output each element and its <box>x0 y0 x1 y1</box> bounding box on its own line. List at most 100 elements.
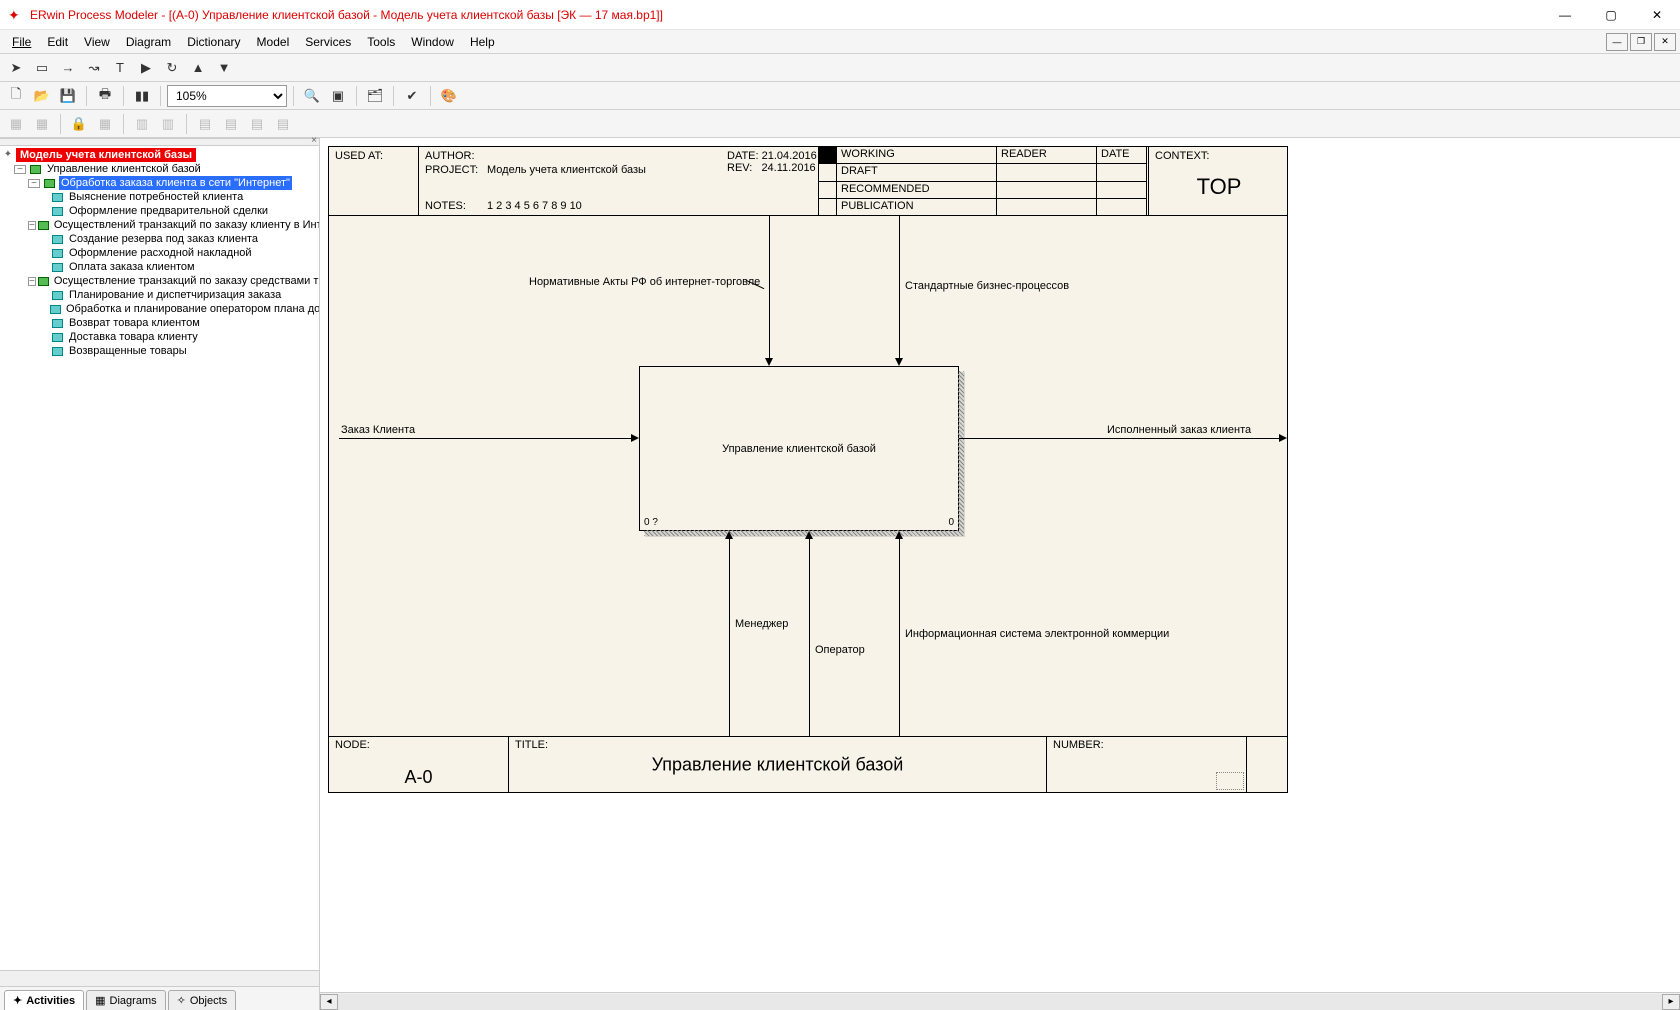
mech3-label[interactable]: Информационная система электронной комме… <box>905 628 1169 640</box>
objects-icon: ✧ <box>177 994 186 1007</box>
menu-dictionary[interactable]: Dictionary <box>179 33 248 51</box>
pointer-tool-icon[interactable]: ➤ <box>4 56 28 80</box>
collapse-icon[interactable]: − <box>28 221 36 230</box>
palette-icon[interactable]: 🎨 <box>437 84 461 108</box>
tree-item[interactable]: − Управление клиентской базой <box>0 162 319 176</box>
tool-e-icon: ▥ <box>156 112 180 136</box>
tree-item[interactable]: Выяснение потребностей клиента <box>0 190 319 204</box>
close-button[interactable]: ✕ <box>1634 0 1680 30</box>
tool-f-icon: ▤ <box>193 112 217 136</box>
mech2-label[interactable]: Оператор <box>815 644 865 656</box>
process-box[interactable]: Управление клиентской базой 0 ? 0 <box>639 366 959 531</box>
output-arrowhead-icon <box>1279 434 1287 442</box>
scroll-right-icon[interactable]: ▸ <box>1662 994 1680 1010</box>
menu-help[interactable]: Help <box>462 33 503 51</box>
diagram-panel: USED AT: AUTHOR: PROJECT:Модель учета кл… <box>320 138 1680 1010</box>
context-cell: CONTEXT: TOP <box>1149 147 1289 215</box>
separator <box>60 114 61 134</box>
tree-item[interactable]: Оформление расходной накладной <box>0 246 319 260</box>
refresh-tool-icon[interactable]: ↻ <box>160 56 184 80</box>
menu-edit[interactable]: Edit <box>39 33 76 51</box>
tree-item[interactable]: Возвращенные товары <box>0 344 319 358</box>
separator <box>293 86 294 106</box>
new-file-icon[interactable]: 🗋 <box>4 84 28 108</box>
activity-icon <box>50 233 64 245</box>
control2-line[interactable] <box>899 216 900 358</box>
minimize-button[interactable]: — <box>1542 0 1588 30</box>
tool-i-icon: ▤ <box>271 112 295 136</box>
idef0-body[interactable]: Управление клиентской базой 0 ? 0 Заказ … <box>329 216 1287 736</box>
control1-line[interactable] <box>769 216 770 358</box>
menu-diagram[interactable]: Diagram <box>118 33 179 51</box>
canvas[interactable]: USED AT: AUTHOR: PROJECT:Модель учета кл… <box>320 138 1680 992</box>
tab-objects[interactable]: ✧ Objects <box>168 990 237 1010</box>
play-tool-icon[interactable]: ▶ <box>134 56 158 80</box>
tree-item[interactable]: − Осуществление транзакций по заказу сре… <box>0 274 319 288</box>
activity-icon <box>38 275 49 287</box>
scroll-left-icon[interactable]: ◂ <box>320 994 338 1010</box>
tree-item[interactable]: Доставка товара клиенту <box>0 330 319 344</box>
zoom-in-icon[interactable]: 🔍 <box>300 84 324 108</box>
input-label[interactable]: Заказ Клиента <box>341 424 415 436</box>
open-file-icon[interactable]: 📂 <box>30 84 54 108</box>
arrow-tool-icon[interactable]: → <box>56 56 80 80</box>
idef0-header: USED AT: AUTHOR: PROJECT:Модель учета кл… <box>329 147 1287 216</box>
menu-tools[interactable]: Tools <box>359 33 403 51</box>
control2-label[interactable]: Стандартные бизнес-процессов <box>905 280 1069 292</box>
tab-activities[interactable]: ✦ Activities <box>4 990 84 1010</box>
text-tool-icon[interactable]: T <box>108 56 132 80</box>
tree-item[interactable]: Планирование и диспетчиризация заказа <box>0 288 319 302</box>
activity-box-tool-icon[interactable]: ▭ <box>30 56 54 80</box>
mech1-arrowhead-icon <box>725 531 733 539</box>
tree-item[interactable]: Оформление предварительной сделки <box>0 204 319 218</box>
activity-icon <box>50 247 64 259</box>
tree-item[interactable]: Обработка и планирование оператором план… <box>0 302 319 316</box>
down-arrow-tool-icon[interactable]: ▼ <box>212 56 236 80</box>
spellcheck-icon[interactable]: ✔ <box>400 84 424 108</box>
print-icon[interactable]: 🖶 <box>93 84 117 108</box>
process-corner-left: 0 ? <box>644 517 658 528</box>
menu-view[interactable]: View <box>76 33 118 51</box>
output-label[interactable]: Исполненный заказ клиента <box>1107 424 1251 436</box>
status-mark <box>819 164 837 181</box>
panel-grip[interactable] <box>0 138 319 146</box>
diagrams-icon: ▦ <box>95 994 105 1007</box>
canvas-h-scrollbar[interactable]: ◂ ▸ <box>320 992 1680 1010</box>
activity-icon <box>42 177 56 189</box>
control1-label[interactable]: Нормативные Акты РФ об интернет-торговле <box>529 276 760 288</box>
tree-item-selected[interactable]: − Обработка заказа клиента в сети "Интер… <box>0 176 319 190</box>
collapse-icon[interactable]: − <box>14 165 26 174</box>
menu-window[interactable]: Window <box>403 33 462 51</box>
mech1-line[interactable] <box>729 539 730 736</box>
menu-file[interactable]: File <box>4 33 39 51</box>
menu-services[interactable]: Services <box>297 33 359 51</box>
tab-diagrams[interactable]: ▦ Diagrams <box>86 990 165 1010</box>
control1-arrowhead-icon <box>765 358 773 366</box>
zoom-fit-icon[interactable]: ▣ <box>326 84 350 108</box>
tree-root[interactable]: ✦ Модель учета клиентской базы <box>0 148 319 162</box>
output-arrow-line[interactable] <box>959 438 1279 439</box>
mech3-line[interactable] <box>899 539 900 736</box>
mech1-label[interactable]: Менеджер <box>735 618 788 630</box>
menu-model[interactable]: Model <box>249 33 298 51</box>
maximize-button[interactable]: ▢ <box>1588 0 1634 30</box>
tree-item[interactable]: Оплата заказа клиентом <box>0 260 319 274</box>
mech2-line[interactable] <box>809 539 810 736</box>
collapse-icon[interactable]: − <box>28 179 40 188</box>
mdi-minimize-button[interactable]: — <box>1606 33 1628 51</box>
collapse-icon[interactable]: − <box>28 277 36 286</box>
zoom-select[interactable]: 105% <box>167 85 287 107</box>
tree-h-scrollbar[interactable] <box>0 970 319 986</box>
tree-item[interactable]: − Осуществлений транзакций по заказу кли… <box>0 218 319 232</box>
toolbar-file: 🗋 📂 💾 🖶 ▮▮ 105% 🔍 ▣ 🗂 ✔ 🎨 <box>0 82 1680 110</box>
model-explorer-icon[interactable]: 🗂 <box>363 84 387 108</box>
tree-item[interactable]: Создание резерва под заказ клиента <box>0 232 319 246</box>
report-icon[interactable]: ▮▮ <box>130 84 154 108</box>
up-arrow-tool-icon[interactable]: ▲ <box>186 56 210 80</box>
input-arrow-line[interactable] <box>339 438 631 439</box>
tree-item[interactable]: Возврат товара клиентом <box>0 316 319 330</box>
mdi-close-button[interactable]: ✕ <box>1654 33 1676 51</box>
squiggle-tool-icon[interactable]: ↝ <box>82 56 106 80</box>
mdi-restore-button[interactable]: ❐ <box>1630 33 1652 51</box>
save-file-icon[interactable]: 💾 <box>56 84 80 108</box>
